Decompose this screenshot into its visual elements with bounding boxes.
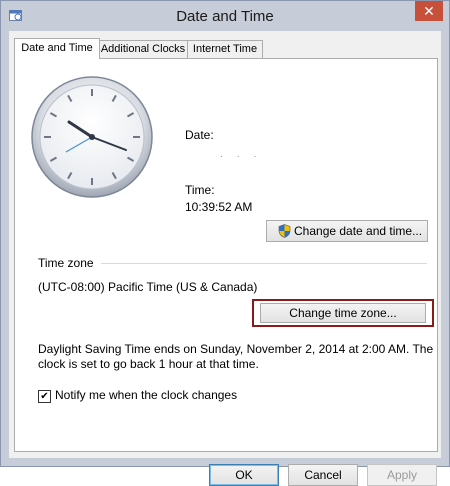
dst-info-line-2: clock is set to go back 1 hour at that t…	[38, 357, 259, 371]
check-icon: ✔	[40, 391, 49, 402]
analog-clock-icon	[31, 76, 153, 198]
time-label: Time:	[185, 183, 215, 197]
change-time-zone-button[interactable]: Change time zone...	[260, 303, 426, 323]
cancel-button[interactable]: Cancel	[288, 464, 358, 486]
time-value: 10:39:52 AM	[185, 200, 253, 214]
apply-button[interactable]: Apply	[367, 464, 437, 486]
tab-label: Additional Clocks	[100, 43, 186, 55]
close-button[interactable]: ✕	[415, 1, 443, 21]
ok-label: OK	[235, 468, 253, 482]
time-zone-section-label: Time zone	[38, 256, 94, 270]
tab-label: Date and Time	[21, 42, 93, 54]
change-time-zone-label: Change time zone...	[289, 306, 397, 320]
dst-info-line-1: Daylight Saving Time ends on Sunday, Nov…	[38, 342, 434, 356]
apply-label: Apply	[386, 468, 418, 482]
close-icon: ✕	[423, 3, 435, 19]
tab-date-and-time[interactable]: Date and Time	[14, 38, 100, 59]
uac-shield-icon	[278, 224, 291, 238]
cancel-label: Cancel	[304, 468, 342, 482]
time-zone-value: (UTC-08:00) Pacific Time (US & Canada)	[38, 280, 258, 294]
tab-additional-clocks[interactable]: Additional Clocks	[98, 40, 188, 58]
ok-button[interactable]: OK	[209, 464, 279, 486]
title-bar[interactable]: Date and Time ✕	[1, 1, 449, 31]
date-time-window: Date and Time ✕ Date and Time Additional…	[0, 0, 450, 486]
date-value-obscured: · · ·	[220, 152, 263, 161]
time-zone-separator	[101, 263, 427, 264]
tab-panel-date-and-time: Date: · · · Time: 10:39:52 AM Change dat…	[14, 58, 438, 452]
tab-internet-time[interactable]: Internet Time	[187, 40, 263, 58]
dialog-client-area: Date and Time Additional Clocks Internet…	[9, 31, 441, 486]
notify-checkbox[interactable]: ✔	[38, 390, 51, 403]
change-date-and-time-button[interactable]: Change date and time...	[266, 220, 428, 242]
window-title: Date and Time	[176, 8, 274, 25]
tab-label: Internet Time	[192, 43, 258, 55]
date-label: Date:	[185, 128, 214, 142]
notify-checkbox-label[interactable]: Notify me when the clock changes	[55, 388, 237, 402]
change-date-and-time-label: Change date and time...	[294, 224, 423, 238]
